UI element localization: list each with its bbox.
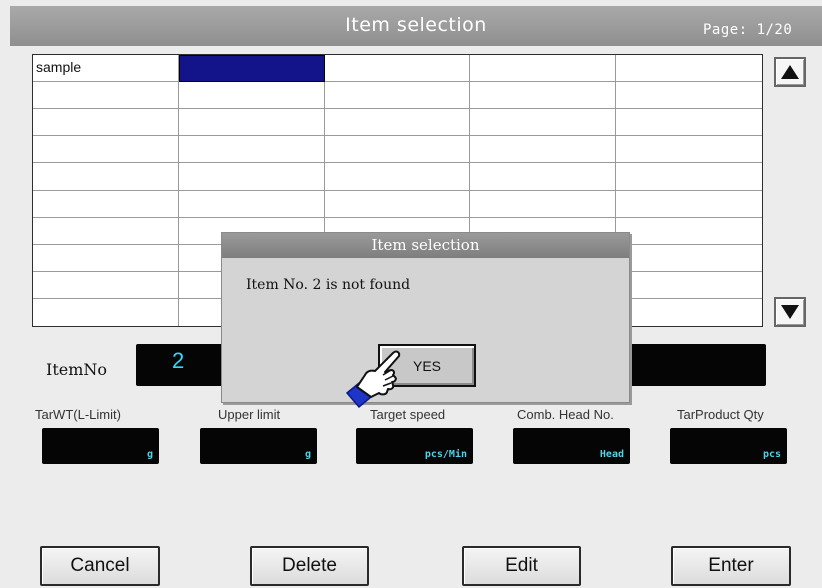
- grid-cell[interactable]: [470, 55, 617, 83]
- grid-cell[interactable]: [324, 55, 471, 83]
- grid-cell[interactable]: [616, 218, 762, 245]
- grid-cell[interactable]: [178, 82, 325, 110]
- grid-cell[interactable]: [616, 109, 762, 137]
- cancel-button[interactable]: Cancel: [40, 546, 160, 586]
- grid-cell[interactable]: [33, 109, 179, 137]
- grid-cell[interactable]: [616, 163, 762, 191]
- grid-cell[interactable]: sample: [33, 55, 179, 83]
- target-speed-field[interactable]: pcs/Min: [356, 428, 473, 464]
- grid-cell[interactable]: [33, 271, 179, 299]
- comb-head-field[interactable]: Head: [513, 428, 630, 464]
- grid-cell[interactable]: [324, 82, 471, 110]
- grid-cell[interactable]: [324, 136, 471, 164]
- grid-cell[interactable]: [616, 136, 762, 164]
- dialog-message: Item No. 2 is not found: [246, 277, 411, 293]
- upper-limit-label: Upper limit: [218, 407, 281, 422]
- grid-cell[interactable]: [470, 109, 617, 137]
- page-indicator: Page: 1/20: [703, 22, 793, 38]
- grid-cell[interactable]: [178, 163, 325, 191]
- scroll-down-button[interactable]: [774, 297, 806, 327]
- grid-cell[interactable]: [178, 190, 325, 218]
- grid-cell[interactable]: [616, 82, 762, 110]
- upper-limit-field[interactable]: g: [200, 428, 317, 464]
- unit-label: g: [146, 449, 153, 460]
- grid-cell[interactable]: [33, 190, 179, 218]
- scroll-up-button[interactable]: [774, 57, 806, 87]
- window-title: Item selection: [345, 14, 487, 36]
- grid-cell[interactable]: [33, 298, 179, 326]
- grid-cell[interactable]: [178, 109, 325, 137]
- pointing-hand-icon: [345, 350, 401, 409]
- title-bar: Item selection Page: 1/20: [10, 6, 822, 46]
- grid-cell[interactable]: [33, 82, 179, 110]
- grid-cell[interactable]: [324, 109, 471, 137]
- arrow-up-icon: [781, 65, 799, 79]
- enter-button[interactable]: Enter: [671, 546, 791, 586]
- grid-cell[interactable]: [616, 55, 762, 83]
- unit-label: pcs/Min: [424, 449, 467, 460]
- unit-label: pcs: [762, 449, 781, 460]
- dialog-title: Item selection: [222, 233, 629, 258]
- grid-cell[interactable]: [616, 245, 762, 272]
- delete-button[interactable]: Delete: [250, 546, 369, 586]
- grid-cell[interactable]: [616, 272, 762, 299]
- grid-cell[interactable]: [324, 190, 471, 218]
- grid-cell[interactable]: [178, 136, 325, 164]
- grid-cell[interactable]: [470, 82, 617, 110]
- grid-cell[interactable]: [33, 136, 179, 164]
- tarwt-field[interactable]: g: [42, 428, 159, 464]
- selected-cell[interactable]: [178, 55, 325, 83]
- tar-product-qty-label: TarProduct Qty: [677, 407, 764, 422]
- grid-cell[interactable]: [616, 191, 762, 218]
- tarwt-label: TarWT(L-Limit): [35, 407, 121, 422]
- item-no-value: 2: [172, 348, 185, 373]
- item-no-label: ItemNo: [46, 360, 108, 379]
- grid-cell[interactable]: [324, 163, 471, 191]
- grid-cell[interactable]: [470, 136, 617, 164]
- not-found-dialog: Item selection Item No. 2 is not found Y…: [221, 232, 630, 403]
- grid-cell[interactable]: [33, 217, 179, 245]
- grid-cell[interactable]: [470, 190, 617, 218]
- grid-cell[interactable]: [616, 299, 762, 326]
- unit-label: Head: [599, 449, 624, 460]
- grid-cell[interactable]: [470, 163, 617, 191]
- tar-product-qty-field[interactable]: pcs: [670, 428, 787, 464]
- unit-label: g: [304, 449, 311, 460]
- arrow-down-icon: [781, 305, 799, 319]
- grid-cell[interactable]: [33, 163, 179, 191]
- grid-cell[interactable]: [33, 244, 179, 272]
- edit-button[interactable]: Edit: [462, 546, 581, 586]
- comb-head-label: Comb. Head No.: [517, 407, 614, 422]
